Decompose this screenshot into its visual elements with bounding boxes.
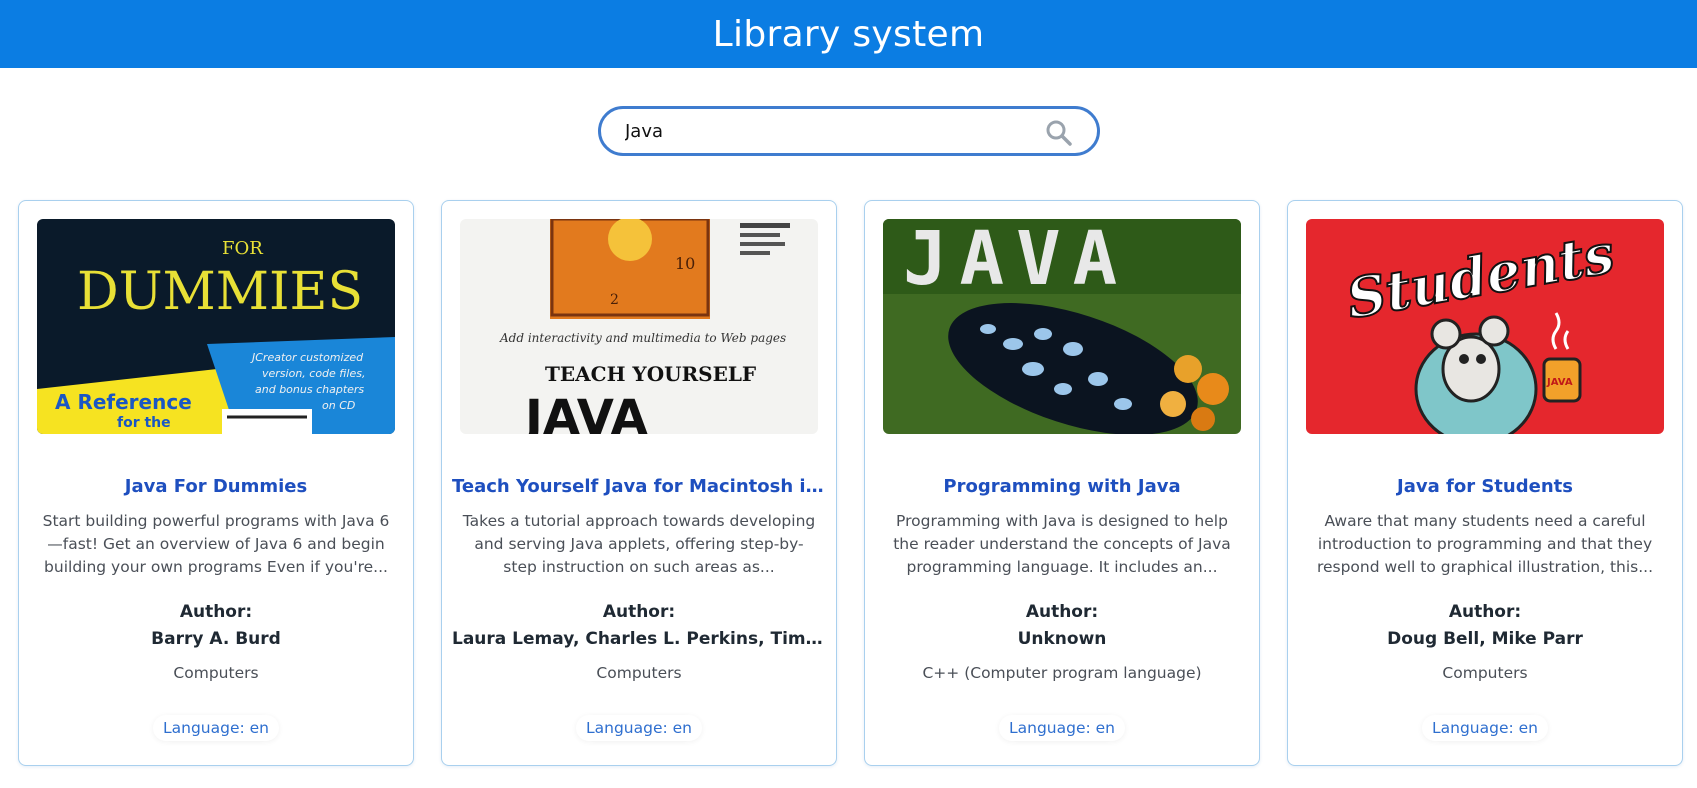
author-name: Doug Bell, Mike Parr [1387, 629, 1583, 649]
language-badge: Language: en [575, 715, 703, 741]
author-label: Author: [1448, 602, 1522, 622]
book-category: C++ (Computer program language) [922, 664, 1202, 682]
book-title[interactable]: Java For Dummies [29, 476, 403, 497]
svg-text:Add interactivity and multimed: Add interactivity and multimedia to Web … [499, 331, 786, 345]
svg-text:10: 10 [675, 254, 695, 273]
author-name: Laura Lemay, Charles L. Perkins, Tim ... [452, 629, 826, 649]
book-category: Computers [1442, 664, 1528, 682]
svg-text:version, code files,: version, code files, [262, 367, 365, 380]
language-badge: Language: en [152, 715, 280, 741]
book-title[interactable]: Programming with Java [875, 476, 1249, 497]
search-box[interactable] [598, 106, 1100, 156]
book-card[interactable]: 10 2 Add interactivity and multimedia to… [441, 200, 837, 766]
svg-text:A Reference: A Reference [55, 390, 192, 414]
author-label: Author: [179, 602, 253, 622]
book-category: Computers [596, 664, 682, 682]
book-card-grid: FOR DUMMIES JCreator customized version,… [18, 200, 1683, 766]
book-description: Start building powerful programs with Ja… [42, 512, 390, 576]
svg-text:for the: for the [117, 415, 171, 431]
author-name: Unknown [1017, 629, 1107, 649]
book-description: Aware that many students need a careful … [1316, 512, 1654, 576]
book-card[interactable]: Students JAVA Java for Students Aware th… [1287, 200, 1683, 766]
book-title[interactable]: Teach Yourself Java for Macintosh in ... [452, 476, 826, 497]
svg-text:JAVA: JAVA [522, 390, 648, 434]
book-category: Computers [173, 664, 259, 682]
svg-text:2: 2 [610, 292, 619, 308]
svg-text:JCreator customized: JCreator customized [250, 351, 364, 364]
svg-text:on CD: on CD [322, 399, 355, 412]
book-card[interactable]: FOR DUMMIES JCreator customized version,… [18, 200, 414, 766]
svg-text:TEACH YOURSELF: TEACH YOURSELF [545, 362, 756, 386]
svg-text:and bonus chapters: and bonus chapters [255, 383, 364, 396]
book-title[interactable]: Java for Students [1298, 476, 1672, 497]
language-badge: Language: en [1421, 715, 1549, 741]
author-name: Barry A. Burd [151, 629, 281, 649]
book-cover-image[interactable]: FOR DUMMIES JCreator customized version,… [37, 219, 395, 434]
language-badge: Language: en [998, 715, 1126, 741]
book-cover-image[interactable]: Students JAVA [1306, 219, 1664, 434]
search-input[interactable] [623, 110, 1027, 152]
app-header: Library system [0, 0, 1697, 68]
app-title: Library system [712, 13, 985, 55]
svg-text:DUMMIES: DUMMIES [77, 262, 363, 322]
book-card[interactable]: JAVA Programming with Java Programming w… [864, 200, 1260, 766]
book-description: Programming with Java is designed to hel… [893, 512, 1231, 576]
book-cover-image[interactable]: JAVA [883, 219, 1241, 434]
author-label: Author: [602, 602, 676, 622]
svg-text:JAVA: JAVA [1546, 377, 1573, 388]
book-cover-image[interactable]: 10 2 Add interactivity and multimedia to… [460, 219, 818, 434]
svg-text:FOR: FOR [222, 238, 263, 259]
author-label: Author: [1025, 602, 1099, 622]
search-icon[interactable] [1045, 119, 1073, 147]
book-description: Takes a tutorial approach towards develo… [462, 512, 816, 576]
svg-text:JAVA: JAVA [903, 219, 1129, 302]
